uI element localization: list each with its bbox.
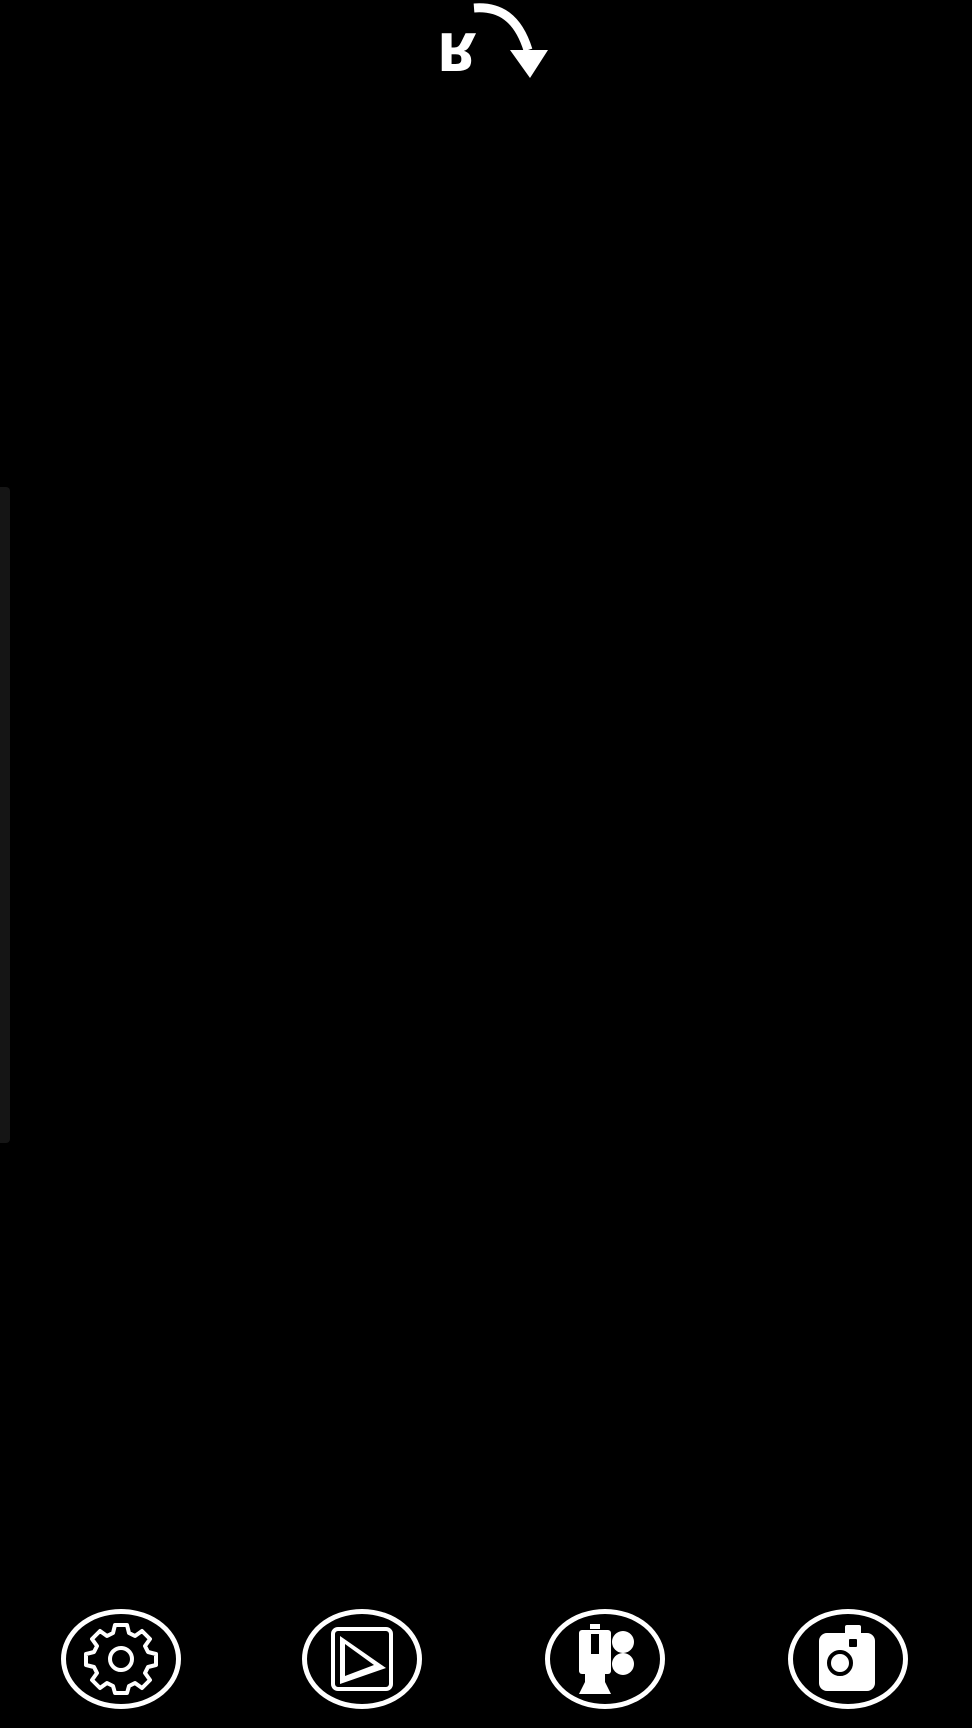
rotate-clockwise-arrow-icon (473, 3, 548, 78)
edge-panel-handle[interactable] (0, 487, 10, 1143)
rotate-button[interactable]: R (420, 0, 555, 84)
bottom-toolbar (0, 1604, 972, 1728)
camera-screen: R (0, 0, 972, 1728)
camera-icon (819, 1625, 875, 1691)
video-button[interactable] (545, 1609, 665, 1709)
settings-button[interactable] (61, 1609, 181, 1709)
play-gallery-icon (331, 1627, 393, 1691)
camera-button[interactable] (788, 1609, 908, 1709)
gallery-button[interactable] (302, 1609, 422, 1709)
video-camera-icon (579, 1624, 634, 1694)
gear-icon (84, 1623, 158, 1695)
